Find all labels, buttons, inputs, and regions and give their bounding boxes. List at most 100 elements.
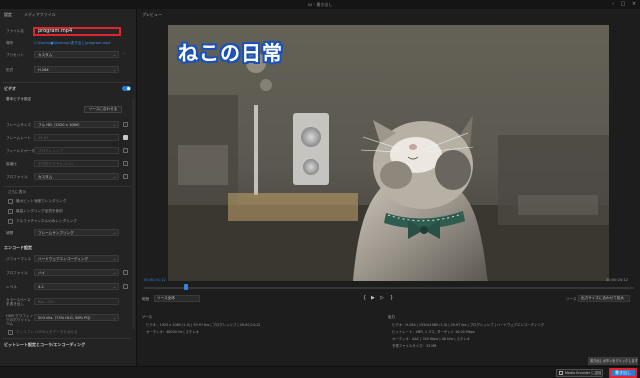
scale-select[interactable]: 出力サイズに合わせて拡大	[578, 295, 630, 302]
divider	[3, 338, 131, 339]
playhead[interactable]	[184, 284, 188, 290]
preview-panel: プレビュー ねこの日常 00;00;01;12 00;00;24;12 範囲 ソ…	[138, 9, 640, 366]
timeline[interactable]: 00;00;01;12 00;00;24;12	[138, 277, 640, 291]
max-depth-label: 最大ビット深度でレンダリング	[16, 199, 67, 203]
performance-label: パフォーマンス	[6, 257, 32, 261]
window-title: xx - 書き出し	[307, 2, 333, 7]
range-label: 範囲	[142, 297, 150, 301]
aspect-select[interactable]: 正方形ピクセル (1.0)	[34, 160, 119, 167]
performance-select[interactable]: ハードウェアエンコーディング ⌄	[34, 255, 119, 262]
frame-rate-label: フレームレート	[6, 136, 32, 140]
chevron-down-icon: ⌄	[112, 175, 116, 179]
export-settings-panel: 設定 メディアファイル ファイル名 program.mp4 場所 C:\User…	[0, 9, 137, 366]
color-space-value: Rec. 709	[38, 300, 54, 304]
chevron-down-icon: ⌄	[112, 271, 116, 275]
preset-select[interactable]: カスタム ⌄	[34, 51, 119, 58]
mark-out-icon[interactable]: }	[390, 295, 393, 301]
hdr-graphics-label: HDR グラフィックのホワイトレベル	[6, 314, 34, 326]
format-label: 形式	[6, 68, 14, 72]
video-preview: ねこの日常	[168, 25, 609, 281]
scale-value: 出力サイズに合わせて拡大	[581, 296, 625, 300]
hdr-graphics-select[interactable]: 203 nits（75% HLG, 58% PQ） ⌄	[34, 314, 119, 321]
frame-size-value: フル HD（1920 x 1080）	[38, 123, 82, 127]
max-depth-checkbox[interactable]	[8, 199, 13, 204]
preset-value: カスタム	[38, 53, 53, 57]
mark-in-icon[interactable]: {	[363, 295, 366, 301]
chevron-down-icon: ⌄	[112, 68, 116, 72]
frame-rate-checkbox[interactable]	[123, 135, 128, 140]
level-checkbox[interactable]	[123, 284, 128, 289]
performance-value: ハードウェアエンコーディング	[38, 257, 89, 261]
more-toggle[interactable]: さらに表示	[8, 190, 26, 195]
field-order-select[interactable]: プログレッシブ	[34, 147, 119, 154]
time-interp-value: フレームサンプリング	[38, 231, 74, 235]
aspect-checkbox[interactable]	[123, 161, 128, 166]
chevron-down-icon: ⌄	[112, 285, 116, 289]
more-options-icon[interactable]: ···	[123, 52, 126, 56]
frame-size-select[interactable]: フル HD（1920 x 1080） ⌄	[34, 121, 119, 128]
filename-input[interactable]: program.mp4	[33, 27, 121, 36]
export-button[interactable]: 書き出し	[609, 368, 637, 378]
scale-label: ソース	[566, 297, 577, 301]
max-quality-label: 最高レンダリング品質を使用	[16, 209, 63, 213]
time-interp-select[interactable]: フレームサンプリング ⌄	[34, 229, 119, 236]
frame-rate-value: 29.97	[38, 136, 49, 140]
encode-section-header: エンコード設定	[4, 245, 32, 250]
profile2-checkbox[interactable]	[123, 270, 128, 275]
preview-title: プレビュー	[142, 12, 162, 17]
minimize-icon[interactable]: –	[608, 1, 618, 7]
level-label: レベル	[6, 285, 17, 289]
profile-value: カスタム	[38, 175, 53, 179]
output-heading: 出力	[388, 315, 395, 319]
video-section-header[interactable]: ビデオ	[4, 86, 16, 92]
color-space-select[interactable]: Rec. 709	[34, 298, 119, 305]
location-label: 場所	[6, 41, 14, 45]
chevron-down-icon: ⌄	[112, 231, 116, 235]
maximize-icon[interactable]: □	[618, 1, 628, 7]
video-toggle[interactable]	[122, 86, 131, 91]
frame-size-checkbox[interactable]	[123, 122, 128, 127]
settings-scrollbar[interactable]	[132, 99, 135, 329]
alpha-label: アルファチャンネルのみレンダリング	[16, 219, 77, 223]
timeline-track[interactable]	[144, 287, 634, 289]
profile2-value: ハイ	[38, 271, 46, 275]
bitrate-section-header[interactable]: ビットレート設定とコーラ/エンコーディング	[4, 342, 85, 348]
range-select[interactable]: ソース全体	[154, 295, 200, 302]
output-audio: オーディオ：AAC | 320 Kbps | 48 kHz | ステレオ	[392, 337, 471, 341]
divider	[3, 82, 131, 83]
level-value: 4.2	[38, 285, 44, 289]
video-caption: ねこの日常	[178, 41, 283, 65]
level-select[interactable]: 4.2 ⌄	[34, 283, 119, 290]
profile2-select[interactable]: ハイ ⌄	[34, 269, 119, 276]
title-bar: xx - 書き出し – □ ×	[0, 0, 640, 9]
max-quality-checkbox[interactable]	[8, 209, 13, 214]
close-icon[interactable]: ×	[629, 1, 639, 7]
step-forward-icon[interactable]: ▷	[380, 295, 384, 301]
output-bitrate: ビットレート：VBR, 1 パス, ターゲット 16.00 Mbps	[392, 330, 475, 334]
hdr-graphics-value: 203 nits（75% HLG, 58% PQ）	[38, 316, 93, 320]
timecode-in: 00;00;01;12	[144, 278, 166, 282]
send-to-media-encoder-label: Media Encoder に送信	[565, 371, 602, 375]
format-select[interactable]: H.264 ⌄	[34, 66, 119, 73]
alpha-checkbox[interactable]	[8, 219, 13, 224]
tab-settings[interactable]: 設定	[4, 12, 12, 18]
field-order-value: プログレッシブ	[38, 149, 64, 153]
tab-media-file[interactable]: メディアファイル	[24, 12, 56, 18]
frame-rate-select[interactable]: 29.97	[34, 134, 119, 141]
send-to-media-encoder-button[interactable]: Media Encoder に送信	[556, 369, 603, 377]
profile-select[interactable]: カスタム ⌄	[34, 173, 119, 180]
play-icon[interactable]: ▶	[371, 295, 375, 301]
bottom-bar: Media Encoder に送信 書き出し	[0, 366, 640, 378]
display-hdr-checkbox[interactable]	[8, 330, 13, 335]
frame-size-label: フレームサイズ	[6, 123, 31, 127]
field-order-checkbox[interactable]	[123, 148, 128, 153]
profile-checkbox[interactable]	[123, 174, 128, 179]
format-value: H.264	[38, 68, 49, 72]
playback-controls: 範囲 ソース全体 { ▶ ▷ } ソース 出力サイズに合わせて拡大	[138, 293, 640, 305]
basic-video-settings-label: 基本ビデオ設定	[6, 97, 32, 101]
filename-label: ファイル名	[6, 29, 24, 33]
match-source-button[interactable]: ソースに合わせる	[84, 106, 122, 113]
location-link[interactable]: C:\Users\●\Desktop\書き出し\program.mp4	[34, 41, 122, 46]
display-hdr-label: ディスプレイHDRメタデータを含める	[16, 330, 78, 334]
chevron-down-icon: ⌄	[112, 316, 116, 320]
